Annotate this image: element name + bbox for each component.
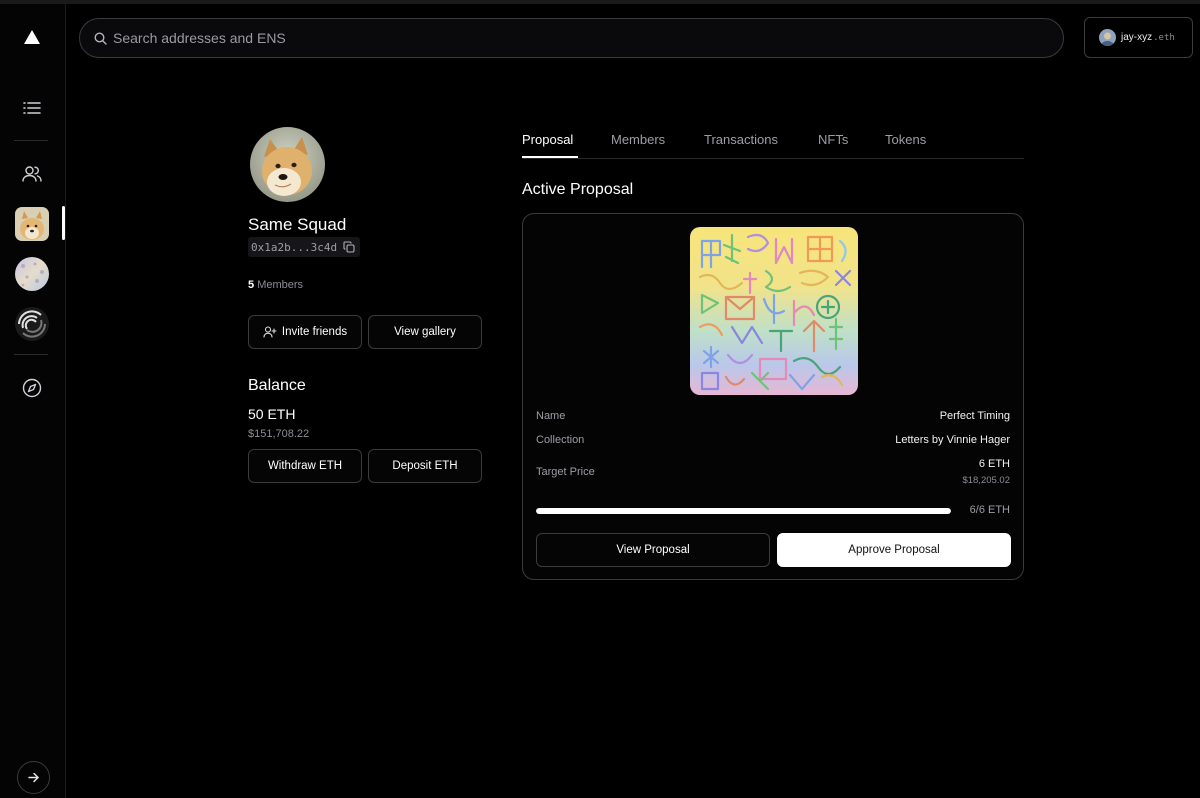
account-suffix: .eth	[1153, 32, 1175, 43]
funding-progress-fill	[536, 508, 951, 514]
sidebar-item-same-squad[interactable]	[13, 205, 51, 243]
sidebar-divider	[14, 140, 48, 141]
target-price-value: 6 ETH	[978, 458, 1010, 470]
sidebar-item-swirl-squad[interactable]	[13, 305, 51, 343]
name-value: Perfect Timing	[939, 410, 1010, 422]
tab-tokens[interactable]: Tokens	[885, 132, 926, 147]
funding-progress-bar	[536, 508, 951, 514]
invite-friends-label: Invite friends	[281, 326, 348, 338]
deposit-eth-button[interactable]: Deposit ETH	[368, 449, 482, 483]
deposit-eth-label: Deposit ETH	[392, 460, 458, 472]
balance-usd: $151,708.22	[248, 428, 310, 440]
target-price-label: Target Price	[536, 466, 595, 478]
approve-proposal-label: Approve Proposal	[848, 544, 940, 556]
user-avatar	[1099, 29, 1116, 46]
address-pill[interactable]: 0x1a2b...3c4d	[248, 237, 361, 257]
window-top-edge	[0, 0, 1200, 4]
approve-proposal-button[interactable]: Approve Proposal	[777, 533, 1011, 567]
group-address: 0x1a2b...3c4d	[251, 240, 338, 254]
view-proposal-label: View Proposal	[616, 544, 690, 556]
triangle-logo-icon[interactable]	[13, 18, 51, 56]
compass-icon[interactable]	[13, 369, 51, 407]
active-tab-underline	[522, 156, 578, 158]
view-proposal-button[interactable]: View Proposal	[536, 533, 770, 567]
collection-value: Letters by Vinnie Hager	[895, 434, 1010, 446]
collection-label: Collection	[536, 434, 585, 446]
search-input[interactable]	[113, 30, 1013, 46]
users-icon[interactable]	[13, 155, 51, 193]
account-name: jay-xyz	[1121, 32, 1153, 43]
tab-transactions[interactable]: Transactions	[704, 132, 778, 147]
sidebar-item-holo-squad[interactable]	[13, 255, 51, 293]
expand-sidebar-button[interactable]	[17, 761, 50, 794]
search-icon	[94, 31, 107, 45]
invite-friends-button[interactable]: Invite friends	[248, 315, 362, 349]
search-bar[interactable]	[79, 18, 1064, 58]
doge-avatar	[15, 207, 49, 241]
balance-title: Balance	[248, 377, 306, 394]
sidebar	[0, 4, 66, 798]
funding-progress-text: 6/6 ETH	[969, 504, 1010, 516]
sidebar-active-indicator	[62, 206, 65, 240]
account-button[interactable]: jay-xyz .eth	[1084, 17, 1193, 58]
swirl-avatar	[15, 307, 49, 341]
nft-image[interactable]	[690, 227, 858, 395]
members-count-value: 5	[248, 279, 255, 291]
members-count-label: Members	[257, 279, 304, 291]
copy-icon[interactable]	[343, 241, 355, 253]
tab-members[interactable]: Members	[611, 132, 665, 147]
sidebar-divider	[14, 354, 48, 355]
arrow-right-icon	[27, 771, 40, 784]
active-proposal-title: Active Proposal	[522, 181, 634, 198]
holo-avatar	[15, 257, 49, 291]
group-avatar	[250, 127, 325, 202]
name-label: Name	[536, 410, 566, 422]
tab-nfts[interactable]: NFTs	[818, 132, 848, 147]
proposal-card: Name Perfect Timing Collection Letters b…	[522, 213, 1024, 580]
target-price-usd: $18,205.02	[962, 475, 1010, 486]
add-user-icon	[263, 326, 277, 338]
view-gallery-label: View gallery	[394, 326, 456, 338]
balance-eth: 50 ETH	[248, 406, 296, 422]
list-icon[interactable]	[13, 89, 51, 127]
withdraw-eth-label: Withdraw ETH	[267, 460, 343, 472]
view-gallery-button[interactable]: View gallery	[368, 315, 482, 349]
tab-proposal[interactable]: Proposal	[522, 132, 573, 147]
group-name: Same Squad	[248, 215, 347, 234]
withdraw-eth-button[interactable]: Withdraw ETH	[248, 449, 362, 483]
tab-bar: Proposal Members Transactions NFTs Token…	[522, 124, 1024, 159]
members-count: 5 Members	[248, 279, 303, 291]
